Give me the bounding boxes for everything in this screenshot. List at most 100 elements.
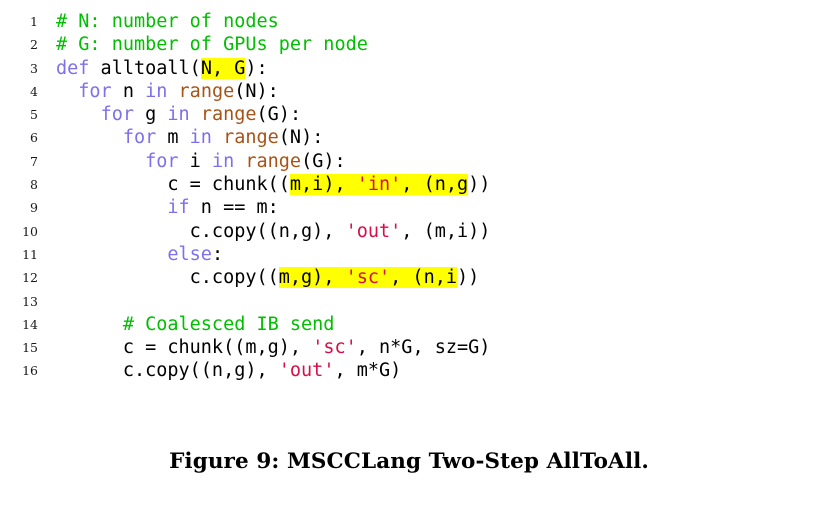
code-token-plain: alltoall( [89, 57, 201, 79]
code-token-keyword: for [122, 127, 157, 149]
code-token-plain: , n*G, sz=G) [356, 337, 491, 359]
code-token-string: 'sc' [312, 337, 357, 359]
code-line-text: # G: number of GPUs per node [56, 33, 368, 56]
code-line-text: for g in range(G): [56, 103, 302, 126]
code-token-plain: c.copy(( [56, 267, 279, 289]
code-line: 11 else: [0, 243, 818, 266]
line-number: 1 [30, 14, 38, 29]
code-token-plain: n == m: [189, 197, 279, 219]
line-number: 3 [30, 60, 38, 76]
code-line: 12 c.copy((m,g), 'sc', (n,i)) [0, 266, 818, 289]
code-line: 15 c = chunk((m,g), 'sc', n*G, sz=G) [0, 336, 818, 359]
code-token-plain: n [111, 80, 146, 102]
code-line-text: c.copy((m,g), 'sc', (n,i)) [56, 266, 479, 289]
code-token-plain: ): [245, 57, 268, 79]
code-token-plain: (N): [234, 80, 279, 102]
line-number: 8 [30, 177, 38, 193]
line-number: 16 [22, 363, 38, 379]
code-line: 6 for m in range(N): [0, 126, 818, 149]
code-token-plain: c.copy((n,g), [56, 220, 346, 242]
code-token-plain-highlighted: m,g), [278, 267, 346, 289]
code-token-plain: : [211, 243, 224, 265]
code-line: 3 def alltoall(N, G): [0, 57, 818, 80]
line-number: 5 [30, 107, 38, 123]
line-number: 14 [22, 316, 38, 332]
code-line: 7 for i in range(G): [0, 150, 818, 173]
code-token-builtin: range [245, 150, 302, 172]
code-line: 2 # G: number of GPUs per node [0, 33, 818, 56]
code-line-text: c.copy((n,g), 'out', m*G) [56, 359, 401, 382]
code-token-keyword: in [145, 80, 168, 102]
code-line: 13 [0, 290, 818, 313]
code-line-text: def alltoall(N, G): [56, 57, 268, 80]
code-token-keyword: in [167, 104, 190, 126]
code-token-plain: c = chunk((m,g), [56, 337, 313, 359]
code-token-builtin: range [223, 127, 279, 149]
code-token-keyword: for [78, 80, 112, 102]
code-line: 4 for n in range(N): [0, 80, 818, 103]
line-number: 11 [22, 246, 38, 262]
figure-caption: Figure 9: MSCCLang Two-Step AllToAll. [169, 449, 649, 474]
code-token-keyword: in [211, 150, 235, 172]
line-number: 10 [22, 223, 38, 239]
code-token-comment: # Coalesced IB send [122, 313, 335, 335]
code-token-plain-highlighted: N, G [200, 57, 246, 79]
code-token-plain-highlighted: , (n,i [390, 267, 457, 289]
code-line-text: # Coalesced IB send [56, 313, 335, 336]
code-line: 9 if n == m: [0, 196, 818, 219]
line-number: 15 [22, 340, 38, 356]
code-line-text: for n in range(N): [56, 80, 279, 103]
figure-container: 1 # N: number of nodes 2 # G: number of GPU… [0, 0, 818, 507]
code-token-plain: (N): [278, 127, 324, 149]
code-line-text: c = chunk((m,g), 'sc', n*G, sz=G) [56, 336, 491, 359]
line-number: 4 [30, 83, 38, 99]
code-token-plain: g [133, 104, 168, 126]
line-number: 7 [30, 153, 38, 169]
code-line-text: c.copy((n,g), 'out', (m,i)) [56, 220, 491, 243]
line-number: 9 [30, 200, 38, 216]
code-line-text: # N: number of nodes [56, 10, 279, 33]
code-line-text: else: [56, 243, 223, 266]
code-line-text: for m in range(N): [56, 126, 324, 149]
code-line-text: if n == m: [56, 196, 279, 219]
code-token-plain: , m*G) [334, 360, 402, 382]
code-token-string-highlighted: 'in' [356, 174, 402, 196]
code-token-builtin: range [178, 80, 235, 102]
code-line: 8 c = chunk((m,i), 'in', (n,g)) [0, 173, 818, 196]
code-token-plain: , (m,i)) [401, 220, 491, 242]
code-token-plain: )) [456, 267, 480, 289]
code-token-keyword: if [167, 197, 190, 219]
code-token-plain: m [156, 127, 190, 149]
code-token-string: 'out' [278, 360, 335, 382]
line-number: 12 [22, 270, 38, 286]
code-token-string: 'out' [345, 220, 402, 242]
code-token-plain: )) [468, 174, 491, 196]
code-token-plain-highlighted: m,i), [289, 174, 357, 196]
line-number: 13 [22, 293, 38, 309]
code-token-keyword: in [189, 127, 212, 149]
code-token-plain: (G): [256, 104, 302, 126]
code-line: 10 c.copy((n,g), 'out', (m,i)) [0, 220, 818, 243]
code-token-comment: # N: number of nodes [56, 11, 279, 32]
code-token-plain-highlighted: , (n,g [401, 174, 469, 196]
code-token-plain: c = chunk(( [56, 174, 290, 196]
code-token-keyword: def [56, 57, 90, 79]
code-token-string-highlighted: 'sc' [345, 267, 391, 289]
code-line: 16 c.copy((n,g), 'out', m*G) [0, 359, 818, 382]
code-token-keyword: for [145, 150, 179, 172]
code-token-keyword: for [100, 104, 134, 126]
line-number: 6 [30, 130, 38, 146]
code-line-text: for i in range(G): [56, 150, 346, 173]
code-token-plain: (G): [301, 150, 346, 172]
code-token-keyword: else [167, 243, 212, 265]
